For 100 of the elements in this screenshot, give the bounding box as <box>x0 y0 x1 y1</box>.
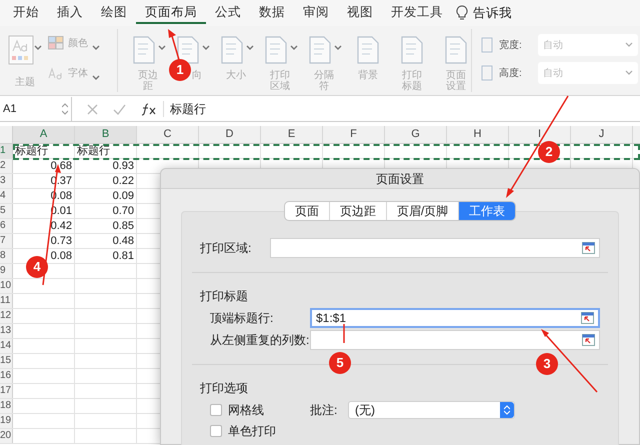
row-header[interactable]: 19 <box>0 414 13 428</box>
chevron-down-icon <box>625 42 633 48</box>
field-label: 从左侧重复的列数: <box>209 332 310 349</box>
column-header[interactable]: F <box>323 126 385 143</box>
row-header[interactable]: 2 <box>0 159 13 173</box>
menu-tab[interactable]: 页面布局 <box>136 2 206 24</box>
row-header[interactable]: 15 <box>0 354 13 368</box>
menu-tab[interactable]: 绘图 <box>92 2 136 24</box>
name-box[interactable]: A1 <box>0 97 72 121</box>
field-label: 打印区域: <box>200 240 252 257</box>
table-cell: 0.68 <box>50 160 72 172</box>
function-icon[interactable] <box>141 102 157 116</box>
row-header[interactable]: 14 <box>0 339 13 353</box>
row-header[interactable]: 16 <box>0 369 13 383</box>
scale-icon <box>480 65 494 81</box>
column-header[interactable]: B <box>75 126 137 143</box>
dialog-tab[interactable]: 页面 <box>284 202 330 220</box>
formula-content[interactable]: 标题行 <box>170 100 206 118</box>
menu-tab[interactable]: 插入 <box>48 2 92 24</box>
cancel-icon[interactable] <box>87 104 98 114</box>
stepper-arrows-icon <box>504 405 510 415</box>
row-header[interactable]: 3 <box>0 174 13 188</box>
leader-line <box>343 324 345 343</box>
row-header[interactable]: 8 <box>0 249 13 263</box>
checkbox[interactable] <box>210 404 222 416</box>
input-field[interactable] <box>270 238 600 258</box>
chevron-down-icon <box>246 45 254 51</box>
page-icon <box>399 35 425 65</box>
scale-icon <box>480 37 494 53</box>
row-header[interactable]: 20 <box>0 429 13 443</box>
chevron-down-icon <box>202 45 210 51</box>
table-cell: 0.73 <box>50 236 72 246</box>
scale-label: 宽度: <box>499 38 523 52</box>
menu-tab[interactable]: 开发工具 <box>382 2 452 24</box>
theme-label: 主题 <box>15 76 35 90</box>
row-header[interactable]: 18 <box>0 399 13 413</box>
row-header[interactable]: 17 <box>0 384 13 398</box>
row-header[interactable]: 7 <box>0 234 13 248</box>
row-header[interactable]: 9 <box>0 264 13 278</box>
dialog-title: 页面设置 <box>376 170 424 188</box>
checkbox-label: 单色打印 <box>228 423 276 440</box>
checkbox[interactable] <box>210 425 222 437</box>
column-header[interactable]: E <box>261 126 323 143</box>
table-cell: 0.85 <box>112 220 134 232</box>
range-picker-icon[interactable] <box>582 334 595 346</box>
field-label: 顶端标题行: <box>209 310 274 327</box>
row-header[interactable]: 11 <box>0 294 13 308</box>
table-cell: 0.08 <box>50 250 72 262</box>
stepper-arrows-icon[interactable] <box>62 103 68 115</box>
row-header[interactable]: 6 <box>0 219 13 233</box>
table-cell: 0.48 <box>112 236 134 246</box>
checkmark-icon[interactable] <box>113 104 126 114</box>
row-header[interactable]: 13 <box>0 324 13 338</box>
section-heading: 打印选项 <box>200 380 249 397</box>
page-icon <box>174 35 200 65</box>
column-header[interactable]: D <box>199 126 261 143</box>
input-field[interactable] <box>310 330 600 350</box>
menu-tab[interactable]: 开始 <box>4 2 48 24</box>
page-icon <box>262 35 288 65</box>
table-cell: 标题行 <box>15 146 48 156</box>
scale-label: 高度: <box>499 66 523 80</box>
menu-tab[interactable]: 公式 <box>206 2 250 24</box>
chevron-down-icon <box>92 75 100 81</box>
row-header[interactable]: 5 <box>0 204 13 218</box>
comments-select[interactable]: (无) <box>348 401 515 419</box>
menu-tab[interactable]: 数据 <box>250 2 294 24</box>
page-icon <box>306 35 332 65</box>
column-header[interactable]: G <box>385 126 447 143</box>
column-header[interactable]: H <box>447 126 509 143</box>
menu-tab[interactable]: 审阅 <box>294 2 338 24</box>
font-icon <box>48 66 64 80</box>
column-header[interactable]: C <box>137 126 199 143</box>
range-picker-icon[interactable] <box>581 312 594 324</box>
tell-me-label[interactable]: 告诉我 <box>473 4 512 22</box>
page-icon <box>443 35 469 65</box>
table-cell: 0.81 <box>112 250 134 262</box>
field-label: 批注: <box>310 402 338 419</box>
checkbox-label: 网格线 <box>228 402 264 419</box>
row-header[interactable]: 12 <box>0 309 13 323</box>
row-header[interactable]: 1 <box>0 144 13 158</box>
dialog-tab[interactable]: 工作表 <box>459 202 516 220</box>
theme-icon[interactable] <box>8 35 34 65</box>
table-cell: 标题行 <box>77 146 110 156</box>
column-header[interactable]: A <box>13 126 75 143</box>
annotation-arrow <box>541 329 598 392</box>
row-header[interactable]: 4 <box>0 189 13 203</box>
menu-tab[interactable]: 视图 <box>338 2 382 24</box>
page-icon <box>355 35 381 65</box>
lightbulb-icon <box>456 5 468 21</box>
table-cell: 0.09 <box>112 190 134 202</box>
chevron-down-icon <box>34 45 42 51</box>
chevron-down-icon <box>625 70 633 76</box>
color-swatch-icon <box>48 36 64 50</box>
dialog-tab[interactable]: 页边距 <box>330 202 387 220</box>
section-heading: 打印标题 <box>200 288 249 305</box>
chevron-down-icon <box>158 45 166 51</box>
row-header[interactable]: 10 <box>0 279 13 293</box>
column-header[interactable]: J <box>571 126 633 143</box>
range-picker-icon[interactable] <box>582 242 595 254</box>
input-field[interactable]: $1:$1 <box>310 308 600 328</box>
